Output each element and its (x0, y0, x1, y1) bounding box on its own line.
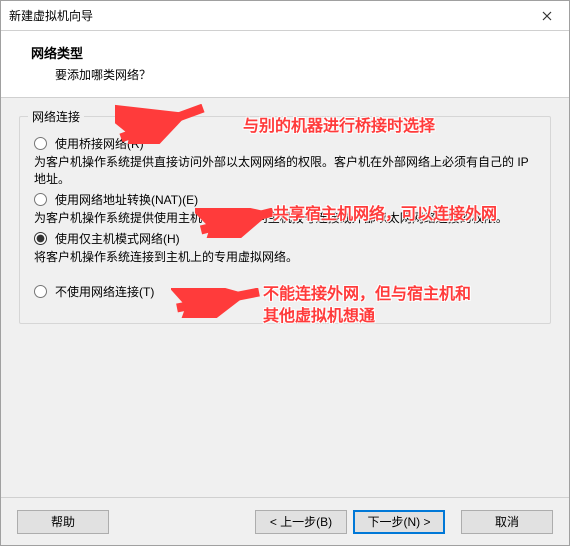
wizard-window: 新建虚拟机向导 网络类型 要添加哪类网络？ 网络连接 使用桥接网络(R) 为客户… (0, 0, 570, 546)
option-desc: 为客户机操作系统提供使用主机 IP 地址访问主机拨号连接或外部以太网网络连接的权… (34, 209, 536, 226)
radio-none[interactable] (34, 285, 47, 298)
option-bridged[interactable]: 使用桥接网络(R) (34, 135, 536, 153)
option-none[interactable]: 不使用网络连接(T) (34, 283, 536, 301)
option-desc: 将客户机操作系统连接到主机上的专用虚拟网络。 (34, 248, 536, 265)
option-nat[interactable]: 使用网络地址转换(NAT)(E) (34, 191, 536, 209)
page-subtitle: 要添加哪类网络？ (55, 66, 539, 83)
wizard-body: 网络连接 使用桥接网络(R) 为客户机操作系统提供直接访问外部以太网网络的权限。… (1, 98, 569, 497)
radio-hostonly[interactable] (34, 232, 47, 245)
back-button[interactable]: < 上一步(B) (255, 510, 347, 534)
option-label: 使用桥接网络(R) (55, 135, 144, 153)
radio-nat[interactable] (34, 193, 47, 206)
wizard-footer: 帮助 < 上一步(B) 下一步(N) > 取消 (1, 497, 569, 545)
fieldset-legend: 网络连接 (28, 108, 84, 125)
option-label: 不使用网络连接(T) (55, 283, 154, 301)
option-label: 使用网络地址转换(NAT)(E) (55, 191, 198, 209)
network-fieldset: 网络连接 使用桥接网络(R) 为客户机操作系统提供直接访问外部以太网网络的权限。… (19, 116, 551, 324)
help-button[interactable]: 帮助 (17, 510, 109, 534)
next-button[interactable]: 下一步(N) > (353, 510, 445, 534)
radio-bridged[interactable] (34, 137, 47, 150)
titlebar: 新建虚拟机向导 (1, 1, 569, 31)
option-label: 使用仅主机模式网络(H) (55, 230, 180, 248)
option-desc: 为客户机操作系统提供直接访问外部以太网网络的权限。客户机在外部网络上必须有自己的… (34, 153, 536, 187)
wizard-header: 网络类型 要添加哪类网络？ (1, 31, 569, 98)
window-title: 新建虚拟机向导 (9, 7, 524, 24)
close-icon[interactable] (524, 1, 569, 31)
option-hostonly[interactable]: 使用仅主机模式网络(H) (34, 230, 536, 248)
page-title: 网络类型 (31, 43, 539, 62)
cancel-button[interactable]: 取消 (461, 510, 553, 534)
